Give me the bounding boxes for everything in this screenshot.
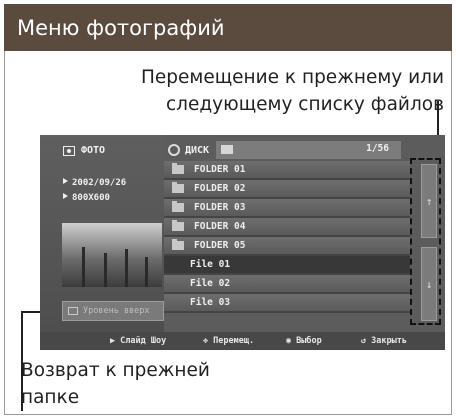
thumbnail-tree xyxy=(82,247,85,287)
folder-icon xyxy=(172,201,184,212)
callout-navigation-line2: следующему списку файлов xyxy=(166,94,444,115)
folder-icon xyxy=(172,182,184,193)
play-icon xyxy=(63,193,68,199)
thumbnail-tree xyxy=(145,257,148,287)
photo-mode-label: ФОТО xyxy=(63,145,105,156)
photo-menu-screen: ФОТО 2002/09/26 800X600 Уровень вверх ДИ… xyxy=(40,135,445,350)
callout-back: Возврат к прежней папке xyxy=(21,357,210,411)
file-list: FOLDER 01 FOLDER 02 FOLDER 03 FOLDER 04 … xyxy=(164,161,410,331)
file-name: FOLDER 01 xyxy=(194,164,246,175)
move-icon: ✥ xyxy=(203,336,209,346)
file-list-item[interactable]: FOLDER 04 xyxy=(164,218,410,237)
file-list-item-selected[interactable]: File 01 xyxy=(164,256,410,275)
close-icon: ↺ xyxy=(361,336,367,346)
status-close: ↺ Закрыть xyxy=(361,336,407,346)
thumbnail-tree xyxy=(104,253,107,287)
status-select: ◉ Выбор xyxy=(286,336,322,346)
status-slideshow: ▶ Слайд Шоу xyxy=(110,336,166,346)
file-list-item[interactable]: FOLDER 03 xyxy=(164,199,410,218)
disc-icon xyxy=(168,144,180,156)
callout-back-line2: папке xyxy=(21,387,80,408)
status-select-label: Выбор xyxy=(296,336,322,346)
file-list-item[interactable]: FOLDER 02 xyxy=(164,180,410,199)
status-close-label: Закрыть xyxy=(371,336,407,346)
file-list-item[interactable]: File 03 xyxy=(164,294,410,313)
up-level-icon xyxy=(68,307,78,315)
disc-label: ДИСК xyxy=(168,144,209,156)
path-bar: 1/56 xyxy=(216,141,401,159)
file-name: File 02 xyxy=(190,278,231,289)
photo-mode-text: ФОТО xyxy=(81,145,106,156)
status-slideshow-label: Слайд Шоу xyxy=(120,336,167,346)
photo-date: 2002/09/26 xyxy=(63,178,126,188)
disc-label-text: ДИСК xyxy=(185,144,210,156)
file-list-item[interactable]: File 02 xyxy=(164,275,410,294)
folder-icon xyxy=(221,145,233,154)
status-bar: ▶ Слайд Шоу ✥ Перемещ. ◉ Выбор ↺ Закрыть xyxy=(40,332,445,350)
info-panel: ФОТО 2002/09/26 800X600 Уровень вверх xyxy=(40,135,164,332)
callout-back-line1: Возврат к прежней xyxy=(21,360,210,381)
callout-navigation-line1: Перемещение к прежнему или xyxy=(140,67,444,88)
up-level-button[interactable]: Уровень вверх xyxy=(62,301,164,321)
photo-resolution-text: 800X600 xyxy=(72,193,110,203)
file-list-item[interactable]: FOLDER 05 xyxy=(164,237,410,256)
select-icon: ◉ xyxy=(286,336,292,346)
section-title: Меню фотографий xyxy=(17,15,225,40)
section-header: Меню фотографий xyxy=(4,4,452,51)
file-name: FOLDER 04 xyxy=(194,221,246,232)
file-list-item[interactable]: FOLDER 01 xyxy=(164,161,410,180)
photo-resolution: 800X600 xyxy=(63,193,110,203)
folder-icon xyxy=(172,220,184,231)
file-name: FOLDER 02 xyxy=(194,183,246,194)
file-name: FOLDER 03 xyxy=(194,202,246,213)
play-icon: ▶ xyxy=(110,336,116,346)
scroll-highlight-box xyxy=(410,158,441,325)
status-move: ✥ Перемещ. xyxy=(203,336,254,346)
folder-icon xyxy=(172,239,184,250)
photo-date-text: 2002/09/26 xyxy=(72,178,127,188)
camera-icon xyxy=(63,145,75,156)
file-name: File 03 xyxy=(190,297,231,308)
file-name: FOLDER 05 xyxy=(194,240,246,251)
photo-thumbnail xyxy=(62,223,162,287)
thumbnail-tree xyxy=(125,249,128,287)
status-move-label: Перемещ. xyxy=(213,336,255,346)
up-level-label: Уровень вверх xyxy=(83,306,150,316)
folder-icon xyxy=(172,163,184,174)
file-name: File 01 xyxy=(190,259,231,270)
page-count: 1/56 xyxy=(366,143,389,154)
callout-navigation: Перемещение к прежнему или следующему сп… xyxy=(141,64,444,118)
play-icon xyxy=(63,178,68,184)
